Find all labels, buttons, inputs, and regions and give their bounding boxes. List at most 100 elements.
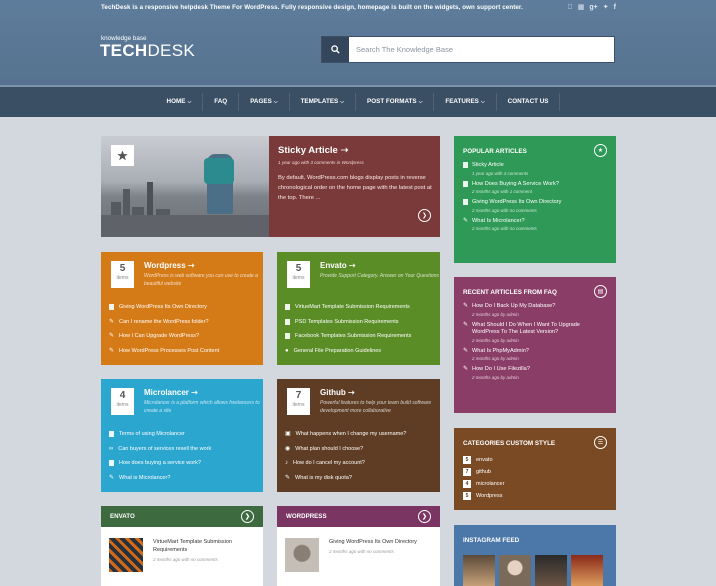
list-item[interactable]: Facebook Templates Submission Requiremen… [285, 329, 434, 344]
nav-contact-us[interactable]: CONTACT US [497, 93, 561, 111]
pencil-icon: ✎ [109, 474, 115, 481]
list-item[interactable]: ∞ Can buyers of services resell the work [109, 442, 257, 457]
instagram-grid [463, 555, 603, 586]
star-icon: ★ [594, 144, 607, 157]
star-icon [117, 150, 128, 161]
search-bar [321, 36, 615, 63]
list-item[interactable]: VirtueMart Template Submission Requireme… [285, 300, 434, 315]
apple-icon[interactable]:  [568, 3, 573, 12]
category-card-github: 7 items Github ➝ Powerful features to hel… [277, 379, 440, 492]
read-more-button[interactable]: ❯ [418, 209, 431, 222]
social-icons:  ▦ g+ ✦ f [568, 3, 616, 12]
list-item[interactable]: ▣ What happens when I change my username? [285, 427, 434, 442]
list-icon: ☰ [594, 436, 607, 449]
pencil-icon: ✎ [463, 347, 469, 354]
list-item[interactable]: 4 microlancer [463, 478, 504, 490]
category-title[interactable]: Wordpress ➝ [144, 261, 195, 270]
list-item[interactable]: PSD Templates Submission Requirements [285, 315, 434, 330]
post-meta: 2 months ago with no comments [153, 557, 218, 562]
list-item[interactable]: ✎ How I Can Upgrade WordPress? [109, 329, 257, 344]
post-thumbnail[interactable] [285, 538, 319, 572]
chevron-right-icon[interactable]: ❯ [241, 510, 254, 523]
list-item[interactable]: How does buying a service work? [109, 456, 257, 471]
post-thumbnail[interactable] [109, 538, 143, 572]
camera-icon: ◉ [285, 445, 291, 452]
search-input[interactable] [349, 37, 614, 62]
post-title[interactable]: Giving WordPress Its Own Directory [329, 538, 417, 546]
list-item[interactable]: 5 Wordpress [463, 490, 504, 502]
header: TechDesk is a responsive helpdesk Theme … [0, 0, 716, 85]
list-item[interactable]: ✎ How Do I Back Up My Database? 2 months a… [463, 303, 608, 317]
pencil-icon: ✎ [463, 366, 469, 372]
list-item[interactable]: ✎ What Should I Do When I Want To Upgrade… [463, 322, 608, 343]
instagram-photo[interactable] [463, 555, 495, 586]
chevron-down-icon: ⌵ [418, 99, 423, 105]
category-title[interactable]: Microlancer ➝ [144, 388, 198, 397]
document-icon [463, 162, 468, 168]
post-title[interactable]: VirtueMart Template Submission Requireme… [153, 538, 255, 554]
list-item[interactable]: 7 github [463, 466, 504, 478]
image-icon: ▣ [285, 431, 291, 438]
category-card-envato: 5 items Envato ➝ Provide Support Category… [277, 252, 440, 365]
nav-faq[interactable]: FAQ [203, 93, 240, 111]
category-card-wordpress: 5 items Wordpress ➝ WordPress is web soft… [101, 252, 263, 365]
list-item[interactable]: How Does Buying A Service Work? 2 months … [463, 180, 608, 194]
pencil-icon: ✎ [463, 217, 469, 224]
chevron-right-icon[interactable]: ❯ [418, 510, 431, 523]
pencil-icon: ✎ [109, 333, 115, 340]
nav-home[interactable]: HOME ⌵ [156, 93, 204, 111]
nav-pages[interactable]: PAGES ⌵ [239, 93, 290, 111]
logo[interactable]: TECHDESK [100, 41, 195, 61]
document-icon [463, 199, 468, 205]
instagram-photo[interactable] [571, 555, 603, 586]
link-icon: ∞ [109, 445, 114, 452]
count-badge: 7 items [287, 388, 310, 415]
list-item[interactable]: Giving WordPress Its Own Directory 2 mont… [463, 199, 608, 213]
list-item[interactable]: 5 envato [463, 454, 504, 466]
chevron-right-icon: ❯ [421, 212, 428, 219]
twitter-icon[interactable]: ✦ [603, 3, 609, 12]
list-item[interactable]: ● General File Preparation Guidelines [285, 344, 434, 359]
document-icon [109, 431, 114, 438]
widget-header: WORDPRESS ❯ [277, 506, 440, 527]
category-card-microlancer: 4 items Microlancer ➝ Microlancer is a pl… [101, 379, 263, 492]
instagram-widget: INSTAGRAM FEED [454, 525, 616, 586]
chevron-down-icon: ⌵ [187, 99, 192, 105]
pencil-icon: ✎ [285, 474, 291, 481]
list-item[interactable]: ✎ What is Microlancer? [109, 471, 257, 486]
chevron-down-icon: ⌵ [273, 99, 278, 105]
list-item[interactable]: ✎ Can I rename the WordPress folder? [109, 315, 257, 330]
windows-icon[interactable]: ▦ [578, 3, 585, 12]
list-item[interactable]: ✎ What Is Microlancer? 2 months ago with n… [463, 218, 608, 232]
category-title[interactable]: Github ➝ [320, 388, 355, 397]
google-plus-icon[interactable]: g+ [589, 3, 597, 12]
list-item[interactable]: Terms of using Microlancer [109, 427, 257, 442]
main-nav: HOME ⌵ FAQ PAGES ⌵ TEMPLATES ⌵ POST FORMATS… [0, 85, 716, 117]
category-description: Powerful features to help your team buil… [320, 400, 432, 414]
facebook-icon[interactable]: f [614, 3, 616, 12]
list-item[interactable]: ◉ What plan should I choose? [285, 442, 434, 457]
list-item[interactable]: ✎ How WordPress Processes Post Content [109, 344, 257, 359]
list-item[interactable]: ✎ What Is PhpMyAdmin? 2 months ago by admi… [463, 348, 608, 362]
instagram-photo[interactable] [535, 555, 567, 586]
list-item[interactable]: ♪ How do I cancel my account? [285, 456, 434, 471]
search-button[interactable] [322, 37, 349, 62]
list-item[interactable]: ✎ What is my disk quota? [285, 471, 434, 486]
music-icon: ♪ [285, 460, 288, 467]
document-icon [285, 304, 290, 311]
pencil-icon: ✎ [109, 347, 115, 354]
list-item[interactable]: ✎ How Do I Use Filezilla? 2 months ago by … [463, 366, 608, 380]
document-icon [109, 304, 114, 311]
document-icon [109, 460, 114, 467]
nav-templates[interactable]: TEMPLATES ⌵ [290, 93, 357, 111]
instagram-photo[interactable] [499, 555, 531, 586]
count-badge: 4 items [111, 388, 134, 415]
list-item[interactable]: Giving WordPress Its Own Directory [109, 300, 257, 315]
count-badge: 5 items [111, 261, 134, 288]
nav-post-formats[interactable]: POST FORMATS ⌵ [356, 93, 435, 111]
sticky-article-title[interactable]: Sticky Article ➝ [278, 145, 348, 156]
nav-features[interactable]: FEATURES ⌵ [434, 93, 497, 111]
list-item[interactable]: Sticky Article 1 year ago with 3 comments [463, 162, 608, 176]
pencil-icon: ✎ [463, 303, 469, 309]
category-title[interactable]: Envato ➝ [320, 261, 356, 270]
